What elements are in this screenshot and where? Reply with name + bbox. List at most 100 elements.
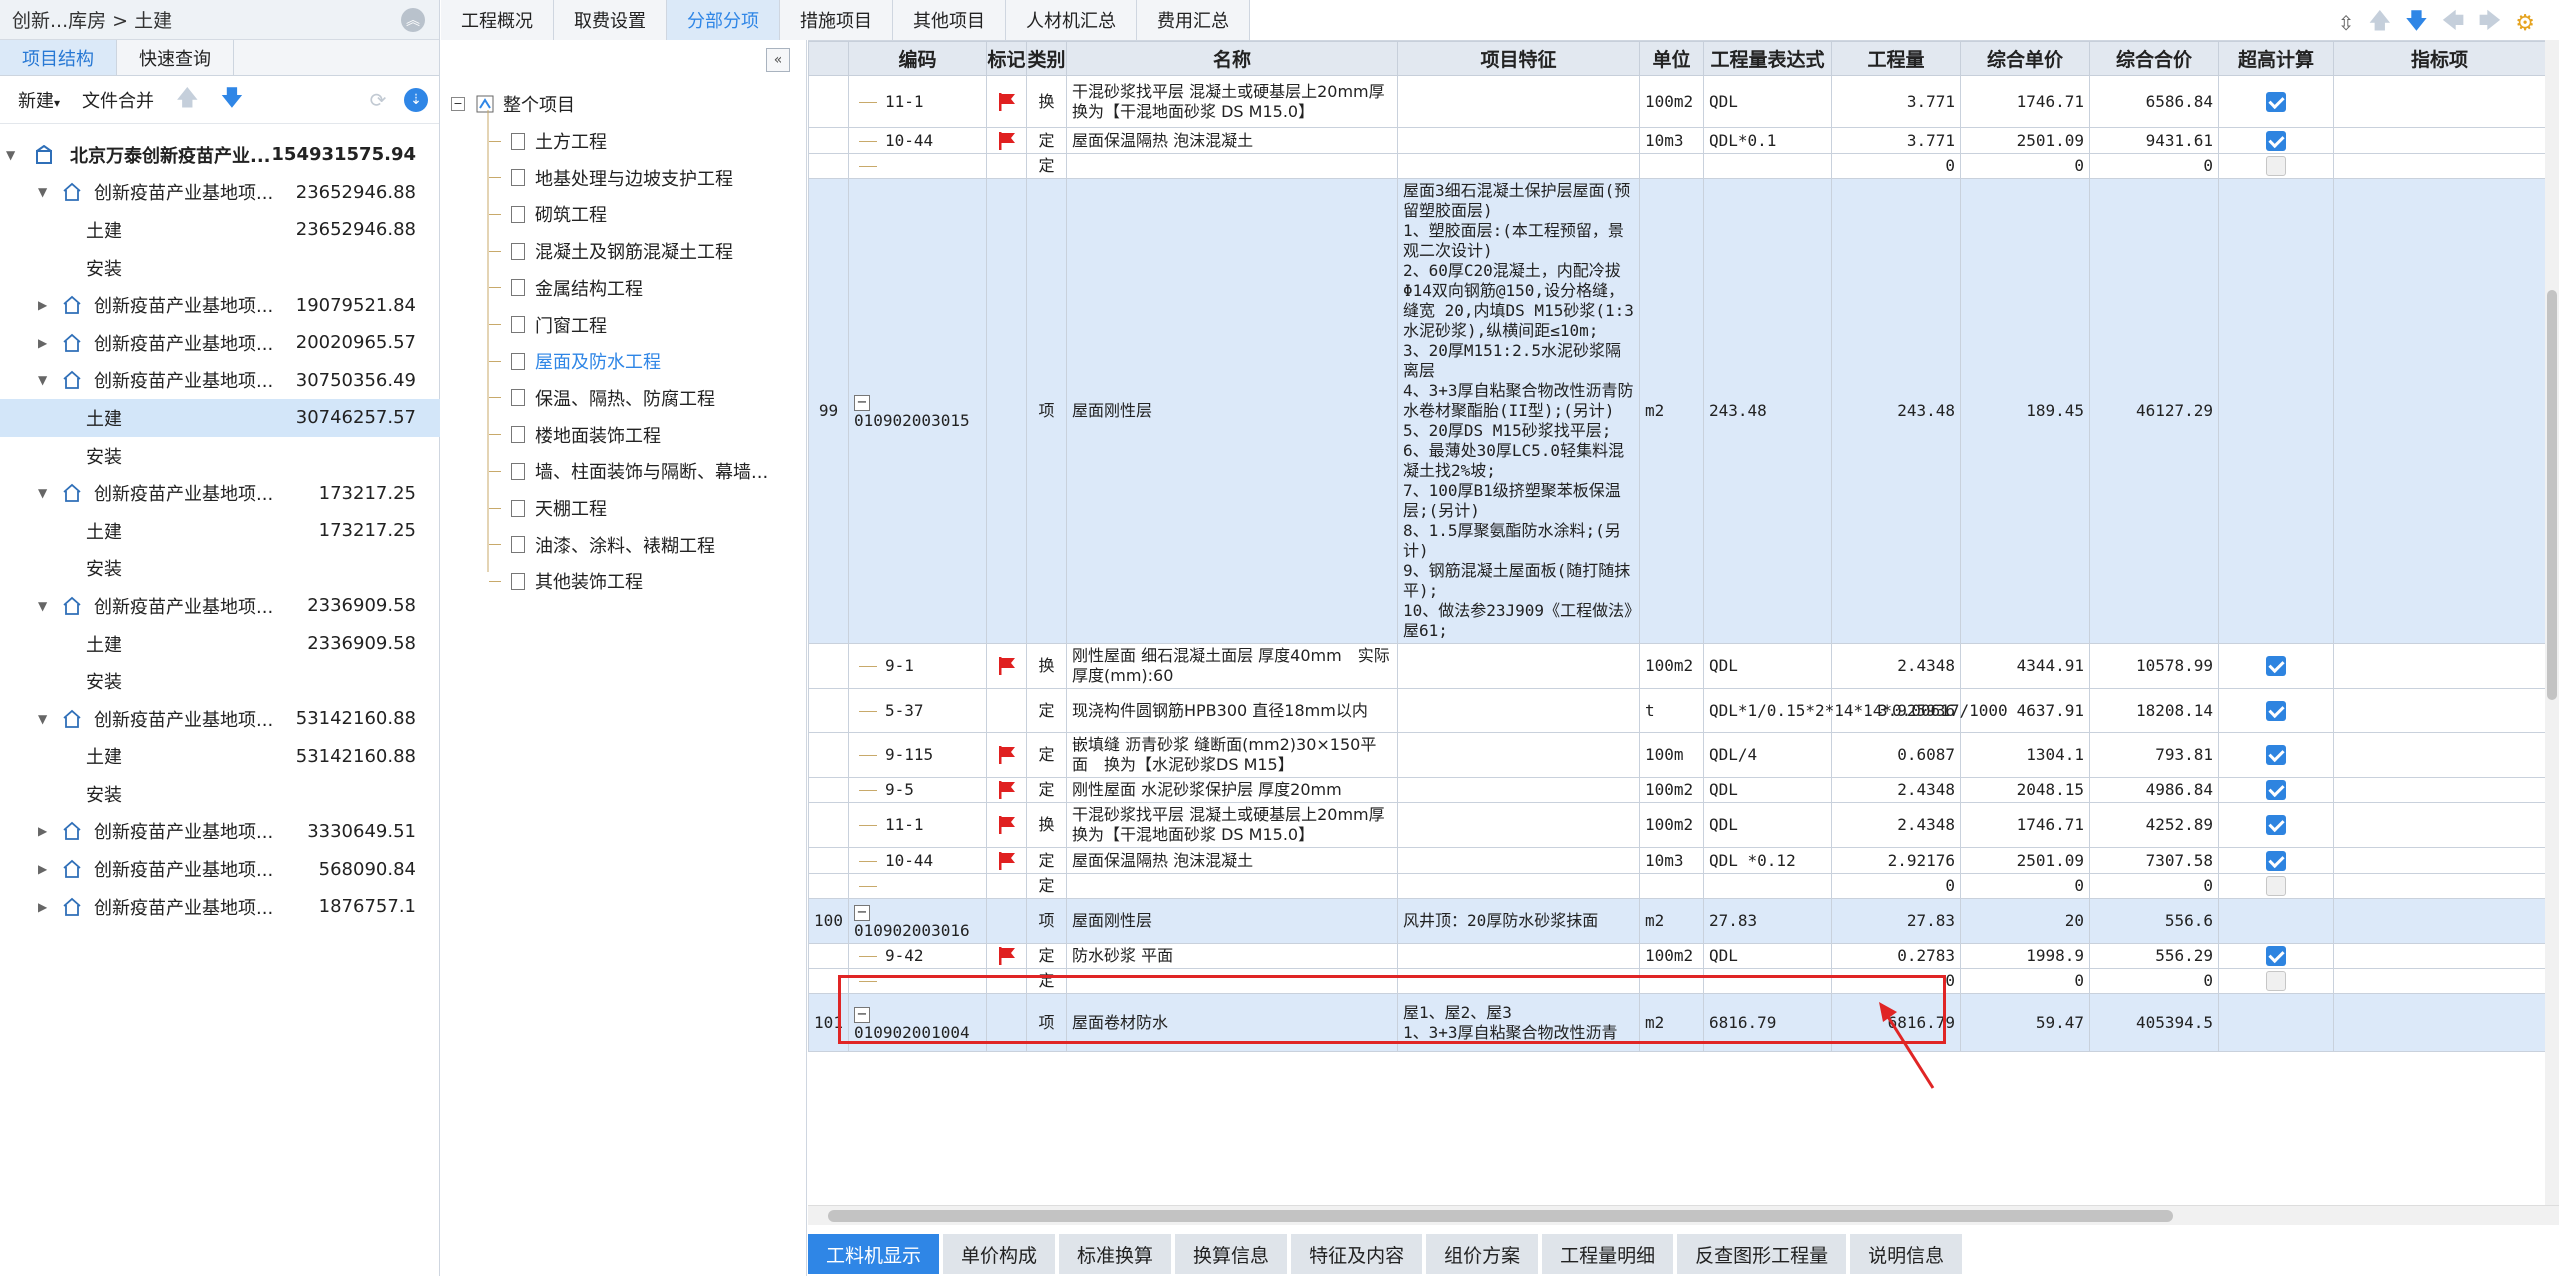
name-cell[interactable]: 刚性屋面 细石混凝土面层 厚度40mm 实际厚度(mm):60 xyxy=(1066,643,1398,689)
name-cell[interactable]: 屋面保温隔热 泡沫混凝土 xyxy=(1066,127,1398,154)
high-calc-cell[interactable] xyxy=(2218,993,2334,1052)
bottom-tab-2[interactable]: 标准换算 xyxy=(1059,1234,1172,1274)
type-cell[interactable]: 换 xyxy=(1026,643,1067,689)
expression-cell[interactable]: 27.83 xyxy=(1703,898,1832,944)
quantity-cell[interactable]: 0 xyxy=(1831,153,1961,179)
expression-cell[interactable] xyxy=(1703,153,1832,179)
feature-cell[interactable] xyxy=(1397,153,1640,179)
bottom-tab-0[interactable]: 工料机显示 xyxy=(808,1234,940,1274)
horizontal-scrollbar[interactable] xyxy=(808,1205,2559,1225)
quota-row[interactable]: 10-44 定屋面保温隔热 泡沫混凝土 10m3 QDL*0.1 3.771 2501.0… xyxy=(808,127,2545,154)
total-price-cell[interactable]: 0 xyxy=(2089,153,2219,179)
section-item[interactable]: 油漆、涂料、裱糊工程 xyxy=(489,527,715,563)
total-price-cell[interactable]: 18208.14 xyxy=(2089,688,2219,733)
col-header-total-price[interactable]: 综合合价 xyxy=(2089,41,2219,76)
quantity-cell[interactable]: 243.48 xyxy=(1831,178,1961,644)
total-price-cell[interactable]: 405394.5 xyxy=(2089,993,2219,1052)
expression-cell[interactable]: 243.48 xyxy=(1703,178,1832,644)
checkbox[interactable] xyxy=(2266,971,2286,991)
indicator-cell[interactable] xyxy=(2333,178,2545,644)
code-cell[interactable]: −010902003016 xyxy=(848,898,987,944)
unit-price-cell[interactable]: 0 xyxy=(1960,873,2090,899)
unit-cell[interactable]: 100m2 xyxy=(1639,943,1704,969)
tree-node[interactable]: 土建 23652946.88 xyxy=(0,211,440,249)
code-cell[interactable] xyxy=(848,153,987,179)
indicator-cell[interactable] xyxy=(2333,873,2545,899)
row-number[interactable] xyxy=(808,777,849,803)
mark-cell[interactable] xyxy=(986,688,1027,733)
total-price-cell[interactable]: 556.6 xyxy=(2089,898,2219,944)
tab-3[interactable]: 措施项目 xyxy=(780,0,893,40)
checkbox[interactable] xyxy=(2266,700,2286,721)
move-down-icon[interactable]: 🡇 xyxy=(221,81,244,119)
name-cell[interactable] xyxy=(1066,153,1398,179)
total-price-cell[interactable]: 6586.84 xyxy=(2089,75,2219,128)
section-item[interactable]: 保温、隔热、防腐工程 xyxy=(489,380,715,416)
unit-cell[interactable]: 100m2 xyxy=(1639,643,1704,689)
unit-cell[interactable]: 100m2 xyxy=(1639,777,1704,803)
type-cell[interactable]: 项 xyxy=(1026,898,1067,944)
high-calc-cell[interactable] xyxy=(2218,643,2334,689)
unit-price-cell[interactable]: 0 xyxy=(1960,153,2090,179)
indicator-cell[interactable] xyxy=(2333,75,2545,128)
feature-cell[interactable] xyxy=(1397,643,1640,689)
feature-cell[interactable] xyxy=(1397,127,1640,154)
move-up-icon[interactable]: 🡅 xyxy=(176,81,199,119)
col-header-quantity[interactable]: 工程量 xyxy=(1831,41,1961,76)
indicator-cell[interactable] xyxy=(2333,802,2545,848)
quantity-cell[interactable]: 0.6087 xyxy=(1831,732,1961,778)
expression-cell[interactable]: QDL*1/0.15*2*14*14*0.00617/1000 xyxy=(1703,688,2008,733)
code-cell[interactable]: 5-37 xyxy=(848,688,987,733)
high-calc-cell[interactable] xyxy=(2218,178,2334,644)
type-cell[interactable]: 定 xyxy=(1026,732,1067,778)
code-cell[interactable]: 9-1 xyxy=(848,643,987,689)
name-cell[interactable]: 刚性屋面 水泥砂浆保护层 厚度20mm xyxy=(1066,777,1398,803)
expression-cell[interactable]: QDL/4 xyxy=(1703,732,1832,778)
unit-cell[interactable]: m2 xyxy=(1639,178,1704,644)
section-item[interactable]: 砌筑工程 xyxy=(489,196,607,232)
quantity-cell[interactable]: 3.771 xyxy=(1831,75,1961,128)
tree-node[interactable]: ▶ 创新疫苗产业基地项... 1876757.1 xyxy=(0,888,440,926)
expression-cell[interactable] xyxy=(1703,873,1832,899)
unit-cell[interactable]: 100m2 xyxy=(1639,802,1704,848)
quantity-cell[interactable]: 2.92176 xyxy=(1831,847,1961,874)
indicator-cell[interactable] xyxy=(2333,732,2545,778)
checkbox[interactable] xyxy=(2266,876,2286,896)
expression-cell[interactable]: QDL xyxy=(1703,802,1832,848)
collapse-icon[interactable]: ▼ xyxy=(38,185,47,199)
unit-price-cell[interactable]: 2501.09 xyxy=(1960,847,2090,874)
checkbox[interactable] xyxy=(2266,130,2286,151)
collapse-toggle-icon[interactable]: − xyxy=(451,97,465,111)
name-cell[interactable] xyxy=(1066,873,1398,899)
quota-row[interactable]: 11-1 换干混砂浆找平层 混凝土或硬基层上20mm厚 换为【干混地面砂浆 DS … xyxy=(808,75,2545,128)
feature-cell[interactable] xyxy=(1397,777,1640,803)
feature-cell[interactable] xyxy=(1397,688,1640,733)
bottom-tab-1[interactable]: 单价构成 xyxy=(943,1234,1056,1274)
name-cell[interactable]: 嵌填缝 沥青砂浆 缝断面(mm2)30×150平面 换为【水泥砂浆DS M15】 xyxy=(1066,732,1398,778)
tab-0[interactable]: 工程概况 xyxy=(441,0,554,40)
code-cell[interactable] xyxy=(848,873,987,899)
collapse-icon[interactable]: ▼ xyxy=(38,486,47,500)
unit-price-cell[interactable]: 59.47 xyxy=(1960,993,2090,1052)
tab-6[interactable]: 费用汇总 xyxy=(1137,0,1250,40)
quota-row[interactable]: 9-1 换刚性屋面 细石混凝土面层 厚度40mm 实际厚度(mm):60 100m2… xyxy=(808,643,2545,689)
mark-cell[interactable] xyxy=(986,802,1027,848)
mark-cell[interactable] xyxy=(986,75,1027,128)
collapse-icon[interactable]: ▼ xyxy=(38,712,47,726)
collapse-panel-icon[interactable]: ︽ xyxy=(401,8,425,32)
indicator-cell[interactable] xyxy=(2333,847,2545,874)
checkbox[interactable] xyxy=(2266,946,2286,966)
type-cell[interactable]: 定 xyxy=(1026,777,1067,803)
vertical-scrollbar[interactable] xyxy=(2545,40,2559,1205)
unit-cell[interactable]: 100m2 xyxy=(1639,75,1704,128)
quota-row[interactable]: 5-37 定现浇构件圆钢筋HPB300 直径18mm以内 t QDL*1/0.15*2… xyxy=(808,688,2545,733)
quantity-cell[interactable]: 27.83 xyxy=(1831,898,1961,944)
quota-row[interactable]: 11-1 换干混砂浆找平层 混凝土或硬基层上20mm厚 换为【干混地面砂浆 DS … xyxy=(808,802,2545,848)
code-cell[interactable]: 10-44 xyxy=(848,847,987,874)
col-header-mark[interactable]: 标记 xyxy=(986,41,1027,76)
collapse-toggle-icon[interactable]: − xyxy=(854,395,870,411)
mark-cell[interactable] xyxy=(986,873,1027,899)
tree-node[interactable]: 土建 173217.25 xyxy=(0,512,440,550)
expression-cell[interactable]: QDL*0.1 xyxy=(1703,127,1832,154)
quantity-cell[interactable]: 3.771 xyxy=(1831,127,1961,154)
